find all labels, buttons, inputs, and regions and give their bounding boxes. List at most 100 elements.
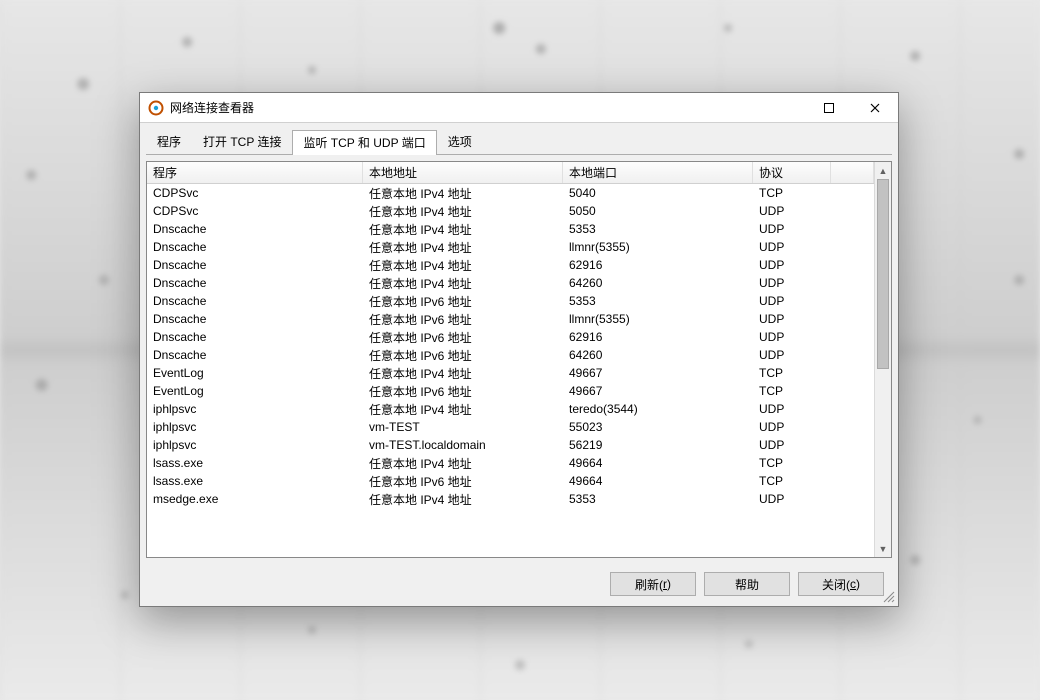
client-area: 程序 本地地址 本地端口 协议 CDPSvc任意本地 IPv4 地址5040TC…	[140, 155, 898, 606]
scrollbar-thumb[interactable]	[877, 179, 889, 369]
tab-options[interactable]: 选项	[437, 129, 483, 154]
table-cell: 5353	[563, 294, 753, 308]
help-button[interactable]: 帮助	[704, 572, 790, 596]
table-cell: UDP	[753, 438, 831, 452]
table-cell: Dnscache	[147, 258, 363, 272]
table-cell: 任意本地 IPv6 地址	[363, 311, 563, 328]
table-cell: Dnscache	[147, 240, 363, 254]
table-cell: msedge.exe	[147, 492, 363, 506]
button-label-prefix: 关闭(	[822, 576, 850, 593]
button-label: 帮助	[735, 576, 759, 593]
table-row[interactable]: Dnscache任意本地 IPv6 地址5353UDP	[147, 292, 874, 310]
table-cell: Dnscache	[147, 348, 363, 362]
tab-listening-ports[interactable]: 监听 TCP 和 UDP 端口	[292, 130, 436, 155]
table-cell: vm-TEST.localdomain	[363, 438, 563, 452]
table-row[interactable]: Dnscache任意本地 IPv4 地址llmnr(5355)UDP	[147, 238, 874, 256]
table-cell: TCP	[753, 474, 831, 488]
table-row[interactable]: CDPSvc任意本地 IPv4 地址5050UDP	[147, 202, 874, 220]
table-cell: UDP	[753, 294, 831, 308]
table-cell: UDP	[753, 402, 831, 416]
table-cell: UDP	[753, 204, 831, 218]
close-dialog-button[interactable]: 关闭(c)	[798, 572, 884, 596]
table-cell: iphlpsvc	[147, 438, 363, 452]
table-cell: iphlpsvc	[147, 420, 363, 434]
listview[interactable]: 程序 本地地址 本地端口 协议 CDPSvc任意本地 IPv4 地址5040TC…	[146, 161, 892, 558]
table-cell: 64260	[563, 348, 753, 362]
listview-header[interactable]: 程序 本地地址 本地端口 协议	[147, 162, 874, 184]
table-cell: UDP	[753, 348, 831, 362]
table-row[interactable]: iphlpsvcvm-TEST55023UDP	[147, 418, 874, 436]
table-row[interactable]: msedge.exe任意本地 IPv4 地址5353UDP	[147, 490, 874, 508]
table-cell: EventLog	[147, 366, 363, 380]
button-label-prefix: 刷新(	[635, 576, 663, 593]
table-cell: vm-TEST	[363, 420, 563, 434]
refresh-button[interactable]: 刷新(r)	[610, 572, 696, 596]
table-cell: UDP	[753, 492, 831, 506]
maximize-button[interactable]	[806, 93, 852, 123]
column-header-local-port[interactable]: 本地端口	[563, 162, 753, 183]
table-cell: 任意本地 IPv4 地址	[363, 239, 563, 256]
table-cell: UDP	[753, 312, 831, 326]
close-button[interactable]	[852, 93, 898, 123]
column-header-protocol[interactable]: 协议	[753, 162, 831, 183]
table-row[interactable]: Dnscache任意本地 IPv4 地址64260UDP	[147, 274, 874, 292]
table-row[interactable]: Dnscache任意本地 IPv6 地址62916UDP	[147, 328, 874, 346]
table-row[interactable]: iphlpsvc任意本地 IPv4 地址teredo(3544)UDP	[147, 400, 874, 418]
table-cell: 任意本地 IPv4 地址	[363, 401, 563, 418]
table-cell: 49667	[563, 384, 753, 398]
listview-body: 程序 本地地址 本地端口 协议 CDPSvc任意本地 IPv4 地址5040TC…	[147, 162, 874, 557]
table-row[interactable]: lsass.exe任意本地 IPv6 地址49664TCP	[147, 472, 874, 490]
column-header-filler	[831, 162, 874, 183]
table-row[interactable]: Dnscache任意本地 IPv6 地址llmnr(5355)UDP	[147, 310, 874, 328]
table-cell: 49664	[563, 474, 753, 488]
table-row[interactable]: Dnscache任意本地 IPv4 地址62916UDP	[147, 256, 874, 274]
vertical-scrollbar[interactable]: ▲ ▼	[874, 162, 891, 557]
table-cell: UDP	[753, 222, 831, 236]
table-cell: lsass.exe	[147, 474, 363, 488]
table-cell: 任意本地 IPv4 地址	[363, 455, 563, 472]
table-cell: UDP	[753, 240, 831, 254]
table-cell: Dnscache	[147, 312, 363, 326]
dialog-window: 网络连接查看器 程序 打开 TCP 连接 监听 TCP 和 UDP 端口 选项 …	[139, 92, 899, 607]
table-row[interactable]: EventLog任意本地 IPv6 地址49667TCP	[147, 382, 874, 400]
table-cell: 任意本地 IPv6 地址	[363, 473, 563, 490]
tab-programs[interactable]: 程序	[146, 129, 192, 154]
table-cell: 任意本地 IPv4 地址	[363, 221, 563, 238]
table-cell: 62916	[563, 330, 753, 344]
table-row[interactable]: Dnscache任意本地 IPv4 地址5353UDP	[147, 220, 874, 238]
table-cell: Dnscache	[147, 222, 363, 236]
table-cell: llmnr(5355)	[563, 312, 753, 326]
table-row[interactable]: lsass.exe任意本地 IPv4 地址49664TCP	[147, 454, 874, 472]
tab-label: 打开 TCP 连接	[203, 135, 281, 149]
table-cell: 5353	[563, 492, 753, 506]
table-cell: 49664	[563, 456, 753, 470]
column-header-program[interactable]: 程序	[147, 162, 363, 183]
tab-open-tcp[interactable]: 打开 TCP 连接	[192, 129, 292, 154]
scroll-up-arrow-icon[interactable]: ▲	[875, 162, 891, 179]
title-bar[interactable]: 网络连接查看器	[140, 93, 898, 123]
table-cell: 任意本地 IPv4 地址	[363, 275, 563, 292]
table-cell: Dnscache	[147, 294, 363, 308]
table-row[interactable]: Dnscache任意本地 IPv6 地址64260UDP	[147, 346, 874, 364]
table-row[interactable]: iphlpsvcvm-TEST.localdomain56219UDP	[147, 436, 874, 454]
table-cell: 5050	[563, 204, 753, 218]
table-cell: 任意本地 IPv6 地址	[363, 329, 563, 346]
table-row[interactable]: CDPSvc任意本地 IPv4 地址5040TCP	[147, 184, 874, 202]
column-header-local-address[interactable]: 本地地址	[363, 162, 563, 183]
button-bar: 刷新(r) 帮助 关闭(c)	[146, 558, 892, 600]
table-cell: 62916	[563, 258, 753, 272]
table-cell: Dnscache	[147, 276, 363, 290]
listview-rows[interactable]: CDPSvc任意本地 IPv4 地址5040TCPCDPSvc任意本地 IPv4…	[147, 184, 874, 557]
table-cell: UDP	[753, 258, 831, 272]
table-cell: 任意本地 IPv4 地址	[363, 365, 563, 382]
resize-grip-icon[interactable]	[881, 589, 895, 603]
table-cell: 5040	[563, 186, 753, 200]
table-cell: UDP	[753, 330, 831, 344]
table-cell: 56219	[563, 438, 753, 452]
scroll-down-arrow-icon[interactable]: ▼	[875, 540, 891, 557]
scrollbar-track[interactable]	[875, 179, 891, 540]
table-cell: TCP	[753, 456, 831, 470]
table-cell: TCP	[753, 186, 831, 200]
table-cell: CDPSvc	[147, 186, 363, 200]
table-row[interactable]: EventLog任意本地 IPv4 地址49667TCP	[147, 364, 874, 382]
